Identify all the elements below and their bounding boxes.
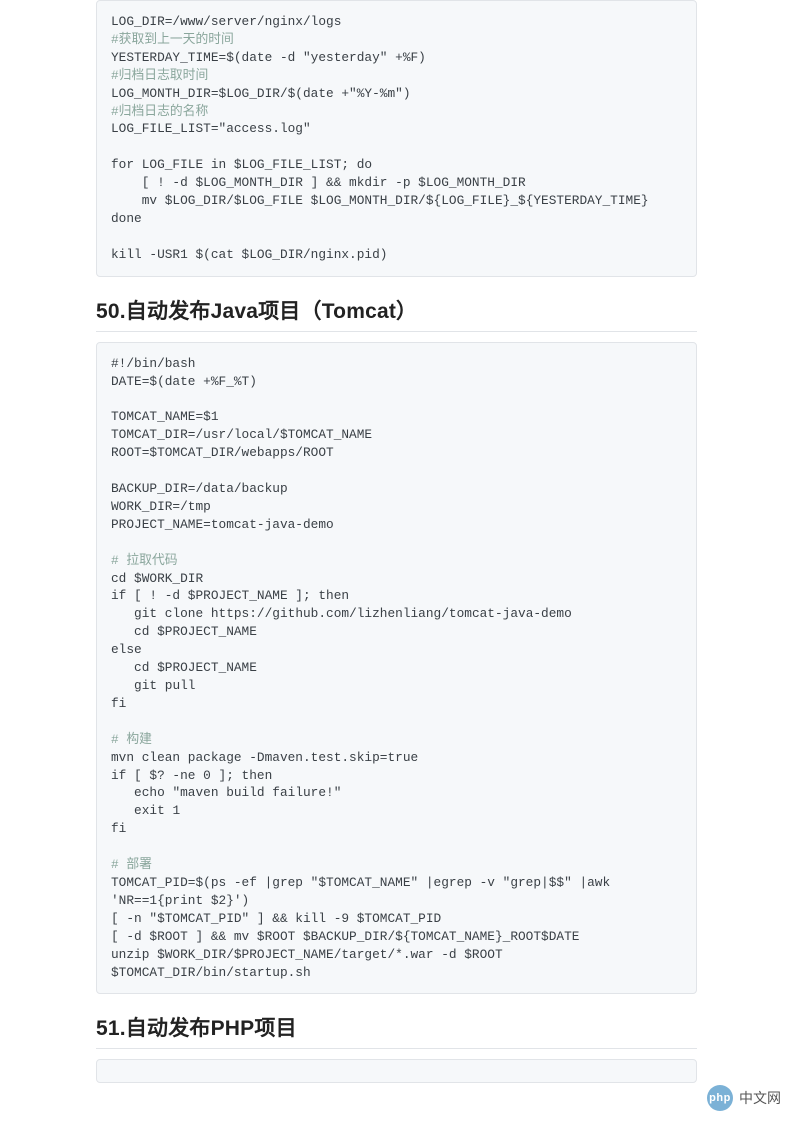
code-line: LOG_DIR=/www/server/nginx/logs (111, 14, 341, 29)
code-line: fi (111, 696, 126, 711)
code-line: git clone https://github.com/lizhenliang… (111, 606, 572, 621)
code-line: PROJECT_NAME=tomcat-java-demo (111, 517, 334, 532)
code-line: echo "maven build failure!" (111, 785, 341, 800)
code-line: exit 1 (111, 803, 180, 818)
code-line: unzip $WORK_DIR/$PROJECT_NAME/target/*.w… (111, 947, 503, 962)
code-line: TOMCAT_NAME=$1 (111, 409, 219, 424)
section-heading-51: 51.自动发布PHP项目 (96, 1012, 697, 1049)
code-block-nginx-log: LOG_DIR=/www/server/nginx/logs #获取到上一天的时… (96, 0, 697, 277)
code-line: cd $WORK_DIR (111, 571, 203, 586)
code-line: kill -USR1 $(cat $LOG_DIR/nginx.pid) (111, 247, 387, 262)
code-line: DATE=$(date +%F_%T) (111, 374, 257, 389)
code-line: if [ $? -ne 0 ]; then (111, 768, 272, 783)
code-line: mv $LOG_DIR/$LOG_FILE $LOG_MONTH_DIR/${L… (111, 193, 649, 208)
code-comment: #归档日志的名称 (111, 104, 208, 119)
code-line: done (111, 211, 142, 226)
code-line: cd $PROJECT_NAME (111, 660, 257, 675)
code-line: git pull (111, 678, 195, 693)
code-line: if [ ! -d $PROJECT_NAME ]; then (111, 588, 349, 603)
code-comment: # 拉取代码 (111, 553, 178, 568)
code-line: for LOG_FILE in $LOG_FILE_LIST; do (111, 157, 372, 172)
code-line: fi (111, 821, 126, 836)
code-block-tomcat-deploy: #!/bin/bash DATE=$(date +%F_%T) TOMCAT_N… (96, 342, 697, 995)
section-heading-50: 50.自动发布Java项目（Tomcat） (96, 295, 697, 332)
code-line: mvn clean package -Dmaven.test.skip=true (111, 750, 418, 765)
watermark-text: 中文网 (739, 1088, 781, 1108)
code-line: BACKUP_DIR=/data/backup (111, 481, 288, 496)
code-block-php-empty (96, 1059, 697, 1083)
code-line: TOMCAT_DIR=/usr/local/$TOMCAT_NAME (111, 427, 372, 442)
code-comment: # 部署 (111, 857, 152, 872)
code-line: [ ! -d $LOG_MONTH_DIR ] && mkdir -p $LOG… (111, 175, 526, 190)
code-comment: # 构建 (111, 732, 152, 747)
code-comment: #获取到上一天的时间 (111, 32, 234, 47)
code-line: cd $PROJECT_NAME (111, 624, 257, 639)
code-line: ROOT=$TOMCAT_DIR/webapps/ROOT (111, 445, 334, 460)
code-line: #!/bin/bash (111, 356, 195, 371)
php-logo-icon: php (707, 1085, 733, 1111)
watermark: php 中文网 (707, 1085, 781, 1111)
code-line: [ -n "$TOMCAT_PID" ] && kill -9 $TOMCAT_… (111, 911, 441, 926)
code-line: LOG_MONTH_DIR=$LOG_DIR/$(date +"%Y-%m") (111, 86, 411, 101)
code-line: $TOMCAT_DIR/bin/startup.sh (111, 965, 311, 980)
code-comment: #归档日志取时间 (111, 68, 208, 83)
code-line: WORK_DIR=/tmp (111, 499, 211, 514)
code-line: else (111, 642, 142, 657)
code-line: YESTERDAY_TIME=$(date -d "yesterday" +%F… (111, 50, 426, 65)
code-line: [ -d $ROOT ] && mv $ROOT $BACKUP_DIR/${T… (111, 929, 579, 944)
code-line: TOMCAT_PID=$(ps -ef |grep "$TOMCAT_NAME"… (111, 875, 618, 908)
code-line: LOG_FILE_LIST="access.log" (111, 121, 311, 136)
